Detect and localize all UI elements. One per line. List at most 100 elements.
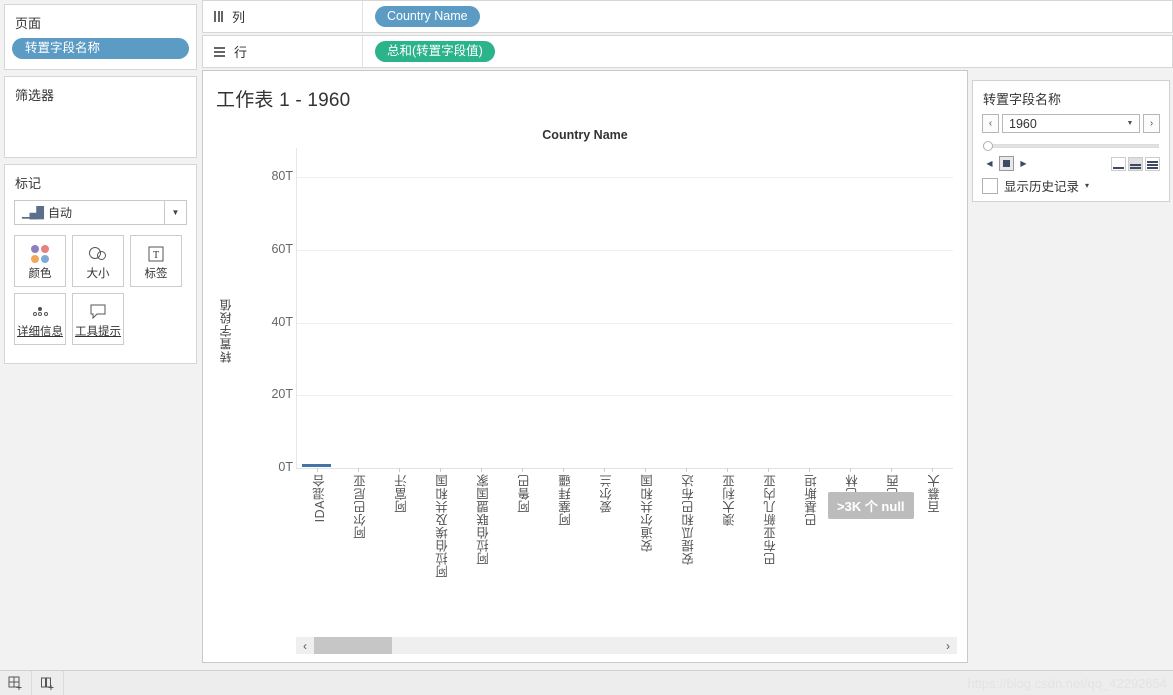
pages-slider-row bbox=[973, 133, 1169, 151]
x-axis-label[interactable]: 阿鲁巴 bbox=[515, 474, 534, 513]
x-axis-label[interactable]: 澳大利亚 bbox=[720, 474, 739, 526]
chevron-down-icon[interactable]: ▾ bbox=[1085, 181, 1089, 190]
pages-slider-knob[interactable] bbox=[983, 141, 993, 151]
chevron-down-icon[interactable]: ▼ bbox=[164, 201, 186, 224]
pages-value-dropdown[interactable]: 1960 ▼ bbox=[1002, 114, 1140, 133]
x-tick-mark bbox=[603, 468, 605, 472]
columns-shelf[interactable]: 列 Country Name bbox=[202, 0, 1173, 33]
bar-chart-icon: ▁▄█ bbox=[22, 207, 44, 219]
slow-speed-icon[interactable] bbox=[1111, 156, 1126, 171]
scroll-right-arrow[interactable]: › bbox=[939, 639, 957, 653]
column-field-header: Country Name bbox=[542, 128, 628, 142]
color-dots-icon bbox=[31, 243, 49, 265]
marks-size-button[interactable]: 大小 bbox=[72, 235, 124, 287]
x-axis-label[interactable]: 安道尔共和国 bbox=[638, 474, 657, 552]
pill-country-name[interactable]: Country Name bbox=[375, 6, 480, 27]
pages-card-title: 页面 bbox=[15, 16, 42, 31]
mark-buttons: 颜色 大小 T 标签 详细信息 工具提示 bbox=[5, 235, 196, 345]
marks-detail-button[interactable]: 详细信息 bbox=[14, 293, 66, 345]
x-tick-mark bbox=[480, 468, 482, 472]
rows-shelf-pills: 总和(转置字段值) bbox=[363, 41, 495, 62]
rows-shelf[interactable]: 行 总和(转置字段值) bbox=[202, 35, 1173, 68]
marks-detail-label: 详细信息 bbox=[17, 325, 63, 338]
show-history-checkbox[interactable] bbox=[982, 177, 998, 194]
playback-controls: ◀ ▶ bbox=[982, 156, 1031, 171]
shelf-area: 列 Country Name 行 总和(转置字段值) bbox=[202, 0, 1173, 68]
pages-selected-value: 1960 bbox=[1009, 116, 1037, 131]
playback-back-button[interactable]: ◀ bbox=[982, 156, 997, 171]
playback-stop-button[interactable] bbox=[999, 156, 1014, 171]
marks-card: 标记 ▁▄█ 自动 ▼ 颜色 大小 T 标签 详细信息 工具提示 bbox=[4, 164, 197, 364]
plot-area: 转置字段值 80T 60T 40T 20T 0T IDA混合 阿尔巴尼亚 阿富汗 阿拉伯埃及共… bbox=[203, 148, 967, 668]
size-circles-icon bbox=[88, 243, 108, 265]
show-history-row[interactable]: 显示历史记录 ▾ bbox=[973, 171, 1169, 195]
x-axis-label[interactable]: 阿富汗 bbox=[392, 474, 411, 513]
horizontal-scrollbar[interactable]: ‹ › bbox=[296, 637, 957, 654]
x-axis-label[interactable]: 爱尔兰 bbox=[597, 474, 616, 513]
pages-field-pill[interactable]: 转置字段名称 bbox=[12, 38, 189, 59]
y-tick-label: 80T bbox=[271, 169, 293, 184]
x-axis-label[interactable]: 阿拉伯埃及共和国 bbox=[433, 474, 452, 578]
y-tick-label: 20T bbox=[271, 387, 293, 402]
y-axis: 80T 60T 40T 20T 0T bbox=[243, 148, 293, 474]
playback-forward-button[interactable]: ▶ bbox=[1016, 156, 1031, 171]
x-axis-label[interactable]: 百慕大 bbox=[925, 474, 944, 513]
x-axis-label[interactable]: 巴布亚新几内亚 bbox=[761, 474, 780, 565]
rows-shelf-label: 行 bbox=[203, 36, 363, 67]
x-tick-mark bbox=[932, 468, 934, 472]
detail-dots-icon bbox=[32, 301, 48, 323]
fast-speed-icon[interactable] bbox=[1145, 156, 1160, 171]
mark-type-label: 自动 bbox=[48, 206, 73, 220]
x-tick-mark bbox=[809, 468, 811, 472]
y-axis-title: 转置字段值 bbox=[219, 298, 233, 363]
marks-card-title: 标记 bbox=[15, 176, 42, 191]
columns-shelf-label: 列 bbox=[203, 1, 363, 32]
chevron-down-icon[interactable]: ▼ bbox=[1121, 120, 1139, 127]
svg-text:T: T bbox=[153, 250, 159, 261]
x-tick-mark bbox=[316, 468, 318, 472]
scroll-thumb[interactable] bbox=[314, 637, 392, 654]
new-worksheet-icon[interactable] bbox=[0, 671, 32, 695]
rows-icon bbox=[214, 46, 225, 57]
scroll-track[interactable] bbox=[314, 637, 939, 654]
marks-color-label: 颜色 bbox=[28, 267, 52, 280]
new-dashboard-icon[interactable] bbox=[32, 671, 64, 695]
scroll-left-arrow[interactable]: ‹ bbox=[296, 639, 314, 653]
gridline bbox=[296, 468, 953, 469]
pages-panel-title: 转置字段名称 bbox=[983, 92, 1062, 107]
pages-slider[interactable] bbox=[983, 141, 1159, 151]
pages-slider-track[interactable] bbox=[983, 144, 1159, 148]
x-axis-label[interactable]: 安提瓜和巴布达 bbox=[679, 474, 698, 565]
mark-type-selector[interactable]: ▁▄█ 自动 ▼ bbox=[14, 200, 187, 225]
x-tick-mark bbox=[768, 468, 770, 472]
pages-prev-button[interactable]: ‹ bbox=[982, 114, 999, 133]
y-tick-label: 0T bbox=[278, 460, 293, 474]
pages-card: 页面 转置字段名称 bbox=[4, 4, 197, 70]
marks-color-button[interactable]: 颜色 bbox=[14, 235, 66, 287]
x-axis-label[interactable]: IDA混合 bbox=[310, 474, 329, 522]
columns-icon bbox=[214, 11, 223, 22]
tableau-window: 页面 转置字段名称 筛选器 标记 ▁▄█ 自动 ▼ 颜色 大小 T 标签 详细信… bbox=[0, 0, 1173, 695]
columns-shelf-pills: Country Name bbox=[363, 6, 480, 27]
x-axis-label[interactable]: 阿尔巴尼亚 bbox=[351, 474, 370, 539]
filters-card[interactable]: 筛选器 bbox=[4, 76, 197, 158]
x-tick-mark bbox=[727, 468, 729, 472]
null-count-badge[interactable]: >3K 个 null bbox=[828, 492, 914, 519]
gridline bbox=[296, 249, 953, 251]
x-axis-label[interactable]: 阿拉伯联盟国家 bbox=[474, 474, 493, 565]
x-tick-mark bbox=[891, 468, 893, 472]
pages-next-button[interactable]: › bbox=[1143, 114, 1160, 133]
label-text-icon: T bbox=[147, 243, 165, 265]
x-axis-label[interactable]: 巴基斯坦 bbox=[802, 474, 821, 526]
worksheet-canvas: 工作表 1 - 1960 Country Name 转置字段值 80T 60T 40… bbox=[202, 70, 968, 663]
marks-label-button[interactable]: T 标签 bbox=[130, 235, 182, 287]
pill-sum-value[interactable]: 总和(转置字段值) bbox=[375, 41, 495, 62]
x-axis-label[interactable]: 阿塞拜疆 bbox=[556, 474, 575, 526]
marks-size-label: 大小 bbox=[86, 267, 110, 280]
marks-tooltip-button[interactable]: 工具提示 bbox=[72, 293, 124, 345]
marks-tooltip-label: 工具提示 bbox=[75, 325, 121, 338]
watermark: https://blog.csdn.net/qq_42292654 bbox=[967, 676, 1168, 691]
pages-value-row: ‹ 1960 ▼ › bbox=[973, 114, 1169, 133]
bar-mark[interactable] bbox=[301, 464, 332, 467]
medium-speed-icon[interactable] bbox=[1128, 156, 1143, 171]
